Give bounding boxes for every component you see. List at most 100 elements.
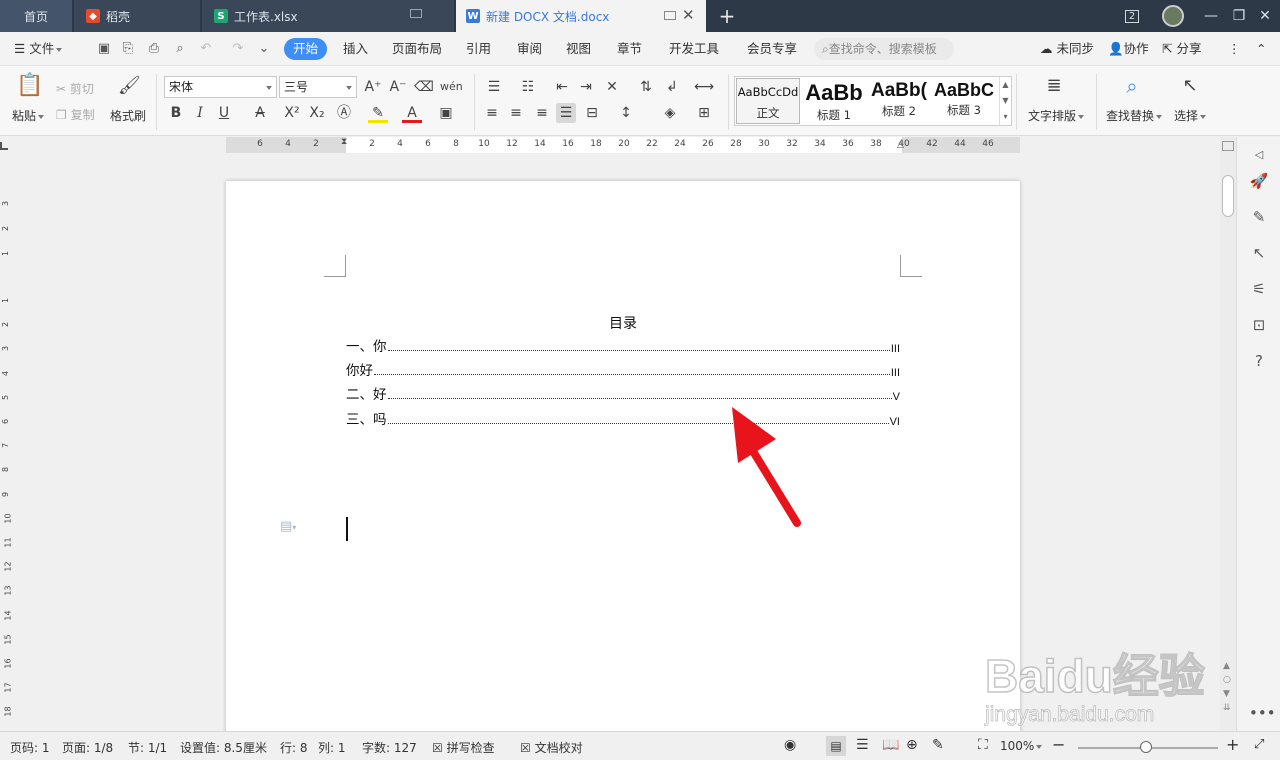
format-painter-button[interactable]: 格式刷 <box>110 107 146 124</box>
print-preview-icon[interactable]: ⌕ <box>172 41 188 57</box>
more-dropdown-icon[interactable]: ⌄ <box>256 41 272 57</box>
text-layout-icon[interactable]: ≣ <box>1044 76 1064 96</box>
status-col[interactable]: 列: 1 <box>318 739 346 756</box>
backup-icon[interactable]: ⊡ <box>1249 315 1269 335</box>
paragraph-handle-icon[interactable]: ▤▾ <box>280 519 296 534</box>
align-center-icon[interactable]: ≡ <box>506 103 526 123</box>
clear-format-icon[interactable]: ⌫ <box>414 77 434 97</box>
style-heading-3[interactable]: AaBbC 标题 3 <box>932 78 996 124</box>
more-icon[interactable]: ⋮ <box>1228 38 1241 60</box>
tab-sheet[interactable]: S 工作表.xlsx <box>202 0 454 32</box>
reading-view-icon[interactable]: 📖 <box>882 737 899 753</box>
style-scroll[interactable]: ▲ ▼ ▾ <box>999 77 1011 125</box>
align-left-icon[interactable]: ≡ <box>482 103 502 123</box>
status-setting[interactable]: 设置值: 8.5厘米 <box>180 739 267 756</box>
sort-icon[interactable]: ⇅ <box>636 77 656 97</box>
increase-indent-icon[interactable]: ⇥ <box>576 77 596 97</box>
tab-daoke[interactable]: ◆ 稻壳 <box>74 0 200 32</box>
fullscreen-icon[interactable]: ⤢ <box>1254 737 1264 752</box>
style-normal[interactable]: AaBbCcDd 正文 <box>736 78 800 124</box>
doc-proof-button[interactable]: ☒ 文档校对 <box>520 739 583 756</box>
format-painter-icon[interactable]: 🖌 <box>118 76 141 96</box>
pinyin-icon[interactable]: wén <box>440 77 463 97</box>
tab-section[interactable]: 章节 <box>617 38 642 60</box>
status-page[interactable]: 页面: 1/8 <box>62 739 113 756</box>
char-shading-icon[interactable]: ▣ <box>436 103 456 123</box>
eye-protect-icon[interactable]: ◉ <box>784 737 796 753</box>
justify-icon[interactable]: ☰ <box>556 103 576 123</box>
status-row[interactable]: 行: 8 <box>280 739 308 756</box>
tab-references[interactable]: 引用 <box>466 38 491 60</box>
find-icon[interactable]: ⌕ <box>1122 76 1142 96</box>
shrink-font-icon[interactable]: A⁻ <box>388 77 408 97</box>
font-color-icon[interactable]: A <box>402 103 422 123</box>
status-word-count[interactable]: 字数: 127 <box>362 739 417 756</box>
vertical-scrollbar[interactable]: ▲ ○ ▼ ⇊ <box>1220 137 1236 731</box>
status-page-code[interactable]: 页码: 1 <box>10 739 50 756</box>
minimize-icon[interactable]: — <box>1198 0 1224 32</box>
style-heading-2[interactable]: AaBb( 标题 2 <box>867 78 931 124</box>
toc-entry[interactable]: 你好 III <box>346 361 900 379</box>
zoom-select[interactable]: 100% <box>1000 739 1043 753</box>
sync-button[interactable]: ☁ 未同步 <box>1040 38 1094 60</box>
tab-page-layout[interactable]: 页面布局 <box>392 38 442 60</box>
font-size-select[interactable]: 三号 <box>279 76 357 98</box>
tab-insert[interactable]: 插入 <box>343 38 368 60</box>
zoom-slider-thumb[interactable] <box>1140 741 1152 753</box>
select-button[interactable]: 选择 <box>1174 107 1207 124</box>
more-icon[interactable]: ••• <box>1249 703 1276 723</box>
align-right-icon[interactable]: ≡ <box>532 103 552 123</box>
spell-check-button[interactable]: ☒ 拼写检查 <box>432 739 495 756</box>
horizontal-ruler[interactable]: 6 4 2 2 4 6 8 10 12 14 16 18 20 22 24 26 28 30 32 34 36 38 40 4… <box>0 137 1220 153</box>
search-input[interactable]: ⌕查找命令、搜索模板 <box>814 38 954 60</box>
avatar[interactable] <box>1158 0 1188 32</box>
outline-view-icon[interactable]: ☰ <box>856 737 869 753</box>
collapse-icon[interactable]: ⌃ <box>1256 38 1266 60</box>
text-effect-icon[interactable]: Ⓐ <box>334 103 354 123</box>
highlight-icon[interactable]: ✎ <box>368 103 388 123</box>
scroll-top-icon[interactable] <box>1222 141 1234 151</box>
tab-start[interactable]: 开始 <box>284 38 328 60</box>
style-heading-1[interactable]: AaBb 标题 1 <box>802 78 866 124</box>
print-icon[interactable]: ⎙ <box>146 41 162 57</box>
monitor-icon[interactable] <box>410 9 422 18</box>
paste-button[interactable]: 粘贴 <box>12 107 45 124</box>
distributed-icon[interactable]: ⊟ <box>582 103 602 123</box>
window-count-icon[interactable]: 2 <box>1120 0 1144 32</box>
file-menu[interactable]: ☰ 文件 <box>14 38 63 60</box>
paste-icon[interactable]: 📋 <box>16 75 43 102</box>
show-marks-icon[interactable]: ↲ <box>662 77 682 97</box>
zoom-in-icon[interactable]: + <box>1226 735 1239 754</box>
fit-page-icon[interactable]: ⛶ <box>978 737 988 753</box>
save-icon[interactable]: ▣ <box>96 41 112 57</box>
web-view-icon[interactable]: ⊕ <box>906 737 918 753</box>
collapse-icon[interactable]: ◁ <box>1249 145 1269 165</box>
line-spacing-icon[interactable]: ↕ <box>616 103 636 123</box>
right-indent-marker[interactable]: △ <box>897 140 904 150</box>
export-icon[interactable]: ⎘ <box>120 41 136 57</box>
status-section[interactable]: 节: 1/1 <box>128 739 167 756</box>
scroll-thumb[interactable] <box>1222 175 1234 217</box>
copy-button[interactable]: ❐ 复制 <box>56 106 95 123</box>
superscript-icon[interactable]: X² <box>282 103 302 123</box>
restore-icon[interactable]: ❐ <box>1226 0 1252 32</box>
indent-marker[interactable]: ⧗ <box>341 137 347 147</box>
new-tab-button[interactable]: + <box>712 0 742 32</box>
monitor-icon[interactable] <box>664 11 676 20</box>
pen-view-icon[interactable]: ✎ <box>932 737 944 753</box>
sliders-icon[interactable]: ⚟ <box>1249 279 1269 299</box>
cut-button[interactable]: ✂ 剪切 <box>56 80 94 97</box>
grow-font-icon[interactable]: A⁺ <box>363 77 383 97</box>
shading-icon[interactable]: ◈ <box>660 103 680 123</box>
strikethrough-icon[interactable]: A <box>250 103 270 123</box>
rocket-icon[interactable]: 🚀 <box>1249 171 1269 191</box>
pen-icon[interactable]: ✎ <box>1249 207 1269 227</box>
find-replace-button[interactable]: 查找替换 <box>1106 107 1163 124</box>
underline-icon[interactable]: U <box>214 103 234 123</box>
decrease-indent-icon[interactable]: ⇤ <box>552 77 572 97</box>
tab-member[interactable]: 会员专享 <box>747 38 797 60</box>
help-icon[interactable]: ? <box>1249 351 1269 371</box>
bold-icon[interactable]: B <box>166 103 186 123</box>
tab-developer[interactable]: 开发工具 <box>669 38 719 60</box>
document-page[interactable]: 目录 一、你 III 你好 III 二、好 V 三、吗 VI ▤▾ <box>226 181 1020 731</box>
